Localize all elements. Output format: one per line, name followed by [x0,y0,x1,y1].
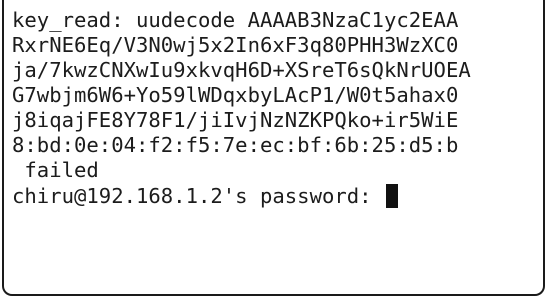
password-prompt: chiru@192.168.1.2's password: [12,184,384,208]
terminal-line-key-data-3: G7wbjm6W6+Yo59lWDqxbyLAcP1/W0t5ahax0 [12,83,459,107]
terminal-line-key-read: key_read: uudecode AAAAB3NzaC1yc2EAA [12,8,459,32]
password-prompt-line[interactable]: chiru@192.168.1.2's password: [12,184,398,208]
terminal-line-key-data-1: RxrNE6Eq/V3N0wj5x2In6xF3q80PHH3WzXC0 [12,33,459,57]
terminal-line-fingerprint: 8:bd:0e:04:f2:f5:7e:ec:bf:6b:25:d5:b [12,133,459,157]
terminal-line-key-data-2: ja/7kwzCNXwIu9xkvqH6D+XSreT6sQkNrUOEA [12,58,471,82]
terminal-line-failed: failed [12,158,99,182]
block-cursor [385,184,398,208]
terminal-window: key_read: uudecode AAAAB3NzaC1yc2EAA Rxr… [2,0,545,296]
terminal-line-key-data-4: j8iqajFE8Y78F1/jiIvjNzNZKPQko+ir5WiE [12,108,459,132]
